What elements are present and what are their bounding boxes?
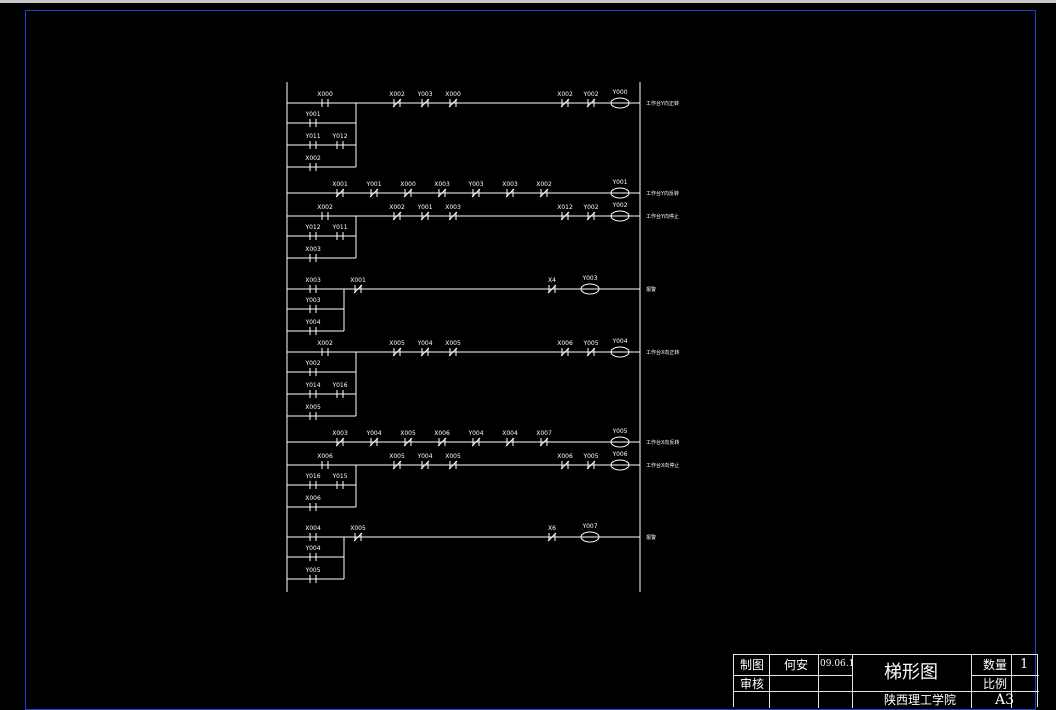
contact-label: Y003 <box>467 181 483 188</box>
contact-label: X006 <box>557 453 573 460</box>
tb-divider <box>769 655 770 708</box>
contact-label: Y014 <box>304 382 320 389</box>
contact-label: X002 <box>389 204 405 211</box>
contact-label: Y012 <box>331 133 347 140</box>
contact-label: Y011 <box>331 224 347 231</box>
contact-label: Y001 <box>365 181 381 188</box>
contact-label: Y002 <box>582 91 598 98</box>
contact-label: X4 <box>548 277 556 284</box>
coil-label: Y002 <box>611 202 627 209</box>
contact-label: X005 <box>445 453 461 460</box>
contact-label: X003 <box>305 246 321 253</box>
coil-label: Y001 <box>611 179 627 186</box>
contact-label: Y005 <box>582 453 598 460</box>
contact-label: X001 <box>332 181 348 188</box>
contact-label: X000 <box>400 181 416 188</box>
tb-divider <box>971 675 1039 676</box>
coil-label: Y004 <box>611 338 627 345</box>
rung-comment: 工作台Y向反转 <box>646 190 679 197</box>
contact-label: Y001 <box>304 111 320 118</box>
contact-label: Y015 <box>331 473 347 480</box>
coil-label: Y006 <box>611 451 627 458</box>
rung-comment: 报警 <box>646 534 656 541</box>
drawer-name: 何安 <box>784 658 809 672</box>
contact-label: X002 <box>536 181 552 188</box>
contact-label: X006 <box>434 430 450 437</box>
rung-comment: 工作台X向正转 <box>646 349 679 356</box>
contact-label: X002 <box>557 91 573 98</box>
rung-comment: 工作台Y向正转 <box>646 100 679 107</box>
contact-label: Y001 <box>416 204 432 211</box>
tb-divider <box>818 655 819 708</box>
contact-label: X001 <box>350 277 366 284</box>
contact-label: X002 <box>305 155 321 162</box>
contact-label: Y004 <box>304 319 320 326</box>
contact-label: X005 <box>389 340 405 347</box>
sheet-size: A3 <box>995 692 1015 708</box>
contact-label: X004 <box>502 430 518 437</box>
rung-comment: 工作台X向停止 <box>646 462 679 469</box>
tb-divider <box>734 691 852 692</box>
contact-label: Y003 <box>304 297 320 304</box>
contact-label: X006 <box>317 453 333 460</box>
contact-label: X007 <box>536 430 552 437</box>
drawn-by-label: 制图 <box>740 658 765 672</box>
rung-comment: 工作台X向反转 <box>646 439 679 446</box>
contact-label: X003 <box>502 181 518 188</box>
contact-label: Y004 <box>304 545 320 552</box>
contact-label: X005 <box>400 430 416 437</box>
contact-label: X002 <box>317 340 333 347</box>
tb-divider <box>734 675 852 676</box>
tb-divider <box>971 655 972 708</box>
drawing-date: 09.06.1 <box>820 659 855 669</box>
contact-label: Y004 <box>416 453 432 460</box>
quantity-value: 1 <box>1020 657 1029 672</box>
contact-label: X005 <box>389 453 405 460</box>
quantity-label: 数量 <box>983 658 1008 672</box>
contact-label: Y004 <box>467 430 483 437</box>
contact-label: Y003 <box>416 91 432 98</box>
review-label: 审核 <box>740 677 765 691</box>
contact-label: X005 <box>350 525 366 532</box>
contact-label: X006 <box>557 340 573 347</box>
contact-label: Y004 <box>365 430 381 437</box>
school-name: 陕西理工学院 <box>884 693 957 707</box>
contact-label: X005 <box>445 340 461 347</box>
drawing-title: 梯形图 <box>884 662 938 683</box>
contact-label: X000 <box>317 91 333 98</box>
contact-label: X004 <box>305 525 321 532</box>
tb-divider <box>852 691 971 692</box>
contact-label: X6 <box>548 525 556 532</box>
contact-label: X000 <box>445 91 461 98</box>
coil-label: Y005 <box>611 428 627 435</box>
coil-label: Y007 <box>581 523 597 530</box>
contact-label: Y002 <box>582 204 598 211</box>
contact-label: X003 <box>434 181 450 188</box>
contact-label: Y005 <box>582 340 598 347</box>
contact-label: Y011 <box>304 133 320 140</box>
contact-label: Y016 <box>304 473 320 480</box>
rung-comment: 工作台Y向停止 <box>646 213 679 220</box>
contact-label: X012 <box>557 204 573 211</box>
contact-label: X003 <box>305 277 321 284</box>
contact-label: Y012 <box>304 224 320 231</box>
contact-label: X006 <box>305 495 321 502</box>
contact-label: X002 <box>317 204 333 211</box>
contact-label: X002 <box>389 91 405 98</box>
contact-label: Y004 <box>416 340 432 347</box>
coil-label: Y003 <box>581 275 597 282</box>
contact-label: X003 <box>332 430 348 437</box>
rung-comment: 报警 <box>646 286 656 293</box>
contact-label: X005 <box>305 404 321 411</box>
scale-label: 比例 <box>983 677 1008 691</box>
contact-label: Y002 <box>304 360 320 367</box>
contact-label: Y016 <box>331 382 347 389</box>
contact-label: Y005 <box>304 567 320 574</box>
coil-label: Y000 <box>611 89 627 96</box>
ladder-diagram: X000 X002 Y003 X000 X002 Y002 Y000 工作台Y向正转 Y001 Y… <box>286 82 679 592</box>
contact-label: X003 <box>445 204 461 211</box>
title-block: 制图 何安 09.06.1 梯形图 数量 1 审核 比例 陕西理工学院 A3 <box>733 654 1039 708</box>
